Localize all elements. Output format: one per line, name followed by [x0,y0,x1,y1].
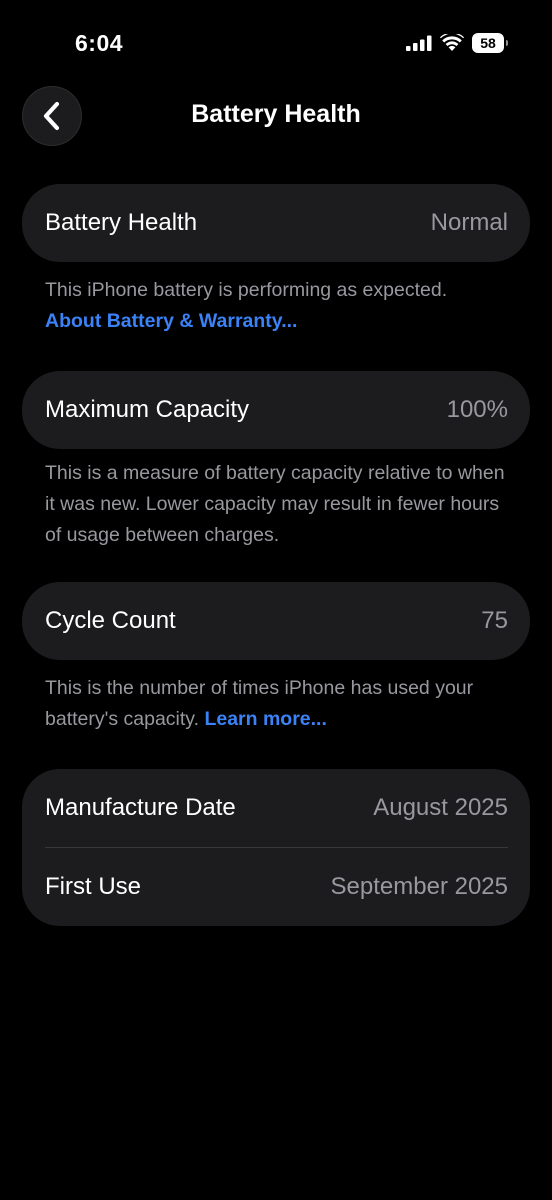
maximum-capacity-label: Maximum Capacity [45,396,250,423]
first-use-value: September 2025 [330,873,508,900]
status-time: 6:04 [75,30,124,56]
battery-health-row[interactable]: Battery Health Normal [22,184,530,262]
battery-health-value: Normal [430,209,508,236]
cycle-count-card: Cycle Count 75 [22,582,530,660]
cycle-count-value: 75 [481,607,508,634]
cellular-signal-icon [406,35,432,51]
battery-health-card[interactable]: Battery Health Normal [22,184,530,262]
dates-card: Manufacture Date August 2025 First Use S… [22,769,530,926]
cycle-count-row: Cycle Count 75 [22,582,530,660]
maximum-capacity-card: Maximum Capacity 100% [22,371,530,449]
manufacture-date-label: Manufacture Date [45,794,236,821]
battery-health-label: Battery Health [45,209,198,236]
page-title: Battery Health [191,100,361,128]
manufacture-date-row: Manufacture Date August 2025 [22,769,530,847]
cycle-count-footnote: This is the number of times iPhone has u… [45,673,515,735]
status-icons: 58 [406,33,508,53]
status-bar: 6:04 58 [0,0,552,90]
first-use-label: First Use [45,873,141,900]
first-use-row: First Use September 2025 [22,848,530,926]
wifi-icon [440,34,464,51]
manufacture-date-value: August 2025 [373,794,508,821]
battery-level: 58 [480,35,496,51]
learn-more-link[interactable]: Learn more... [204,708,326,730]
battery-icon: 58 [472,33,508,53]
maximum-capacity-value: 100% [446,396,508,423]
battery-health-footnote: This iPhone battery is performing as exp… [45,275,515,337]
battery-health-description: This iPhone battery is performing as exp… [45,279,448,301]
maximum-capacity-footnote: This is a measure of battery capacity re… [45,462,505,546]
maximum-capacity-row: Maximum Capacity 100% [22,371,530,449]
about-battery-warranty-link[interactable]: About Battery & Warranty... [45,306,515,337]
cycle-count-label: Cycle Count [45,607,176,634]
